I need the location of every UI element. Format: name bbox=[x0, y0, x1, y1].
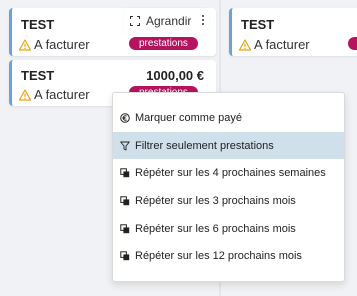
menu-item-repeat-3-months[interactable]: Répéter sur les 3 prochains mois bbox=[113, 187, 344, 214]
menu-item-label: Marquer comme payé bbox=[135, 111, 242, 124]
filter-icon bbox=[120, 141, 130, 150]
menu-item-label: Filtrer seulement prestations bbox=[135, 139, 274, 152]
card-status: A facturer bbox=[239, 37, 310, 52]
menu-item-label: Répéter sur les 12 prochains mois bbox=[135, 249, 302, 262]
menu-item-repeat-4-weeks[interactable]: Répéter sur les 4 prochaines semaines bbox=[113, 159, 344, 186]
menu-item-repeat-6-months[interactable]: Répéter sur les 6 prochains mois bbox=[113, 215, 344, 242]
warning-icon bbox=[19, 88, 31, 101]
card-status: A facturer bbox=[19, 37, 90, 52]
menu-item-label: Répéter sur les 3 prochains mois bbox=[135, 194, 296, 207]
menu-item-mark-paid[interactable]: Marquer comme payé bbox=[113, 104, 344, 131]
menu-item-repeat-12-months[interactable]: Répéter sur les 12 prochains mois bbox=[113, 242, 344, 269]
copy-icon bbox=[120, 223, 130, 233]
expand-icon bbox=[130, 16, 140, 26]
board-card[interactable]: TEST A facturer bbox=[229, 8, 357, 56]
euro-icon bbox=[120, 112, 130, 123]
copy-icon bbox=[120, 250, 130, 260]
card-status-label: A facturer bbox=[34, 37, 90, 52]
card-title: TEST bbox=[241, 17, 275, 32]
agrandir-label: Agrandir bbox=[146, 14, 192, 28]
category-badge bbox=[348, 37, 357, 50]
menu-item-filter[interactable]: Filtrer seulement prestations bbox=[113, 132, 344, 159]
copy-icon bbox=[120, 167, 130, 177]
card-status-label: A facturer bbox=[254, 37, 310, 52]
card-title: TEST bbox=[21, 17, 55, 32]
warning-icon bbox=[19, 38, 31, 51]
card-amount: 1000,00 € bbox=[146, 68, 204, 83]
card-status-label: A facturer bbox=[34, 87, 90, 102]
card-status: A facturer bbox=[19, 87, 90, 102]
category-badge: prestations bbox=[129, 37, 198, 50]
agrandir-button[interactable]: Agrandir bbox=[124, 8, 209, 34]
more-options-icon[interactable] bbox=[202, 15, 205, 27]
card-title: TEST bbox=[21, 68, 55, 83]
warning-icon bbox=[239, 38, 251, 51]
copy-icon bbox=[120, 195, 130, 205]
context-menu: Marquer comme payé Filtrer seulement pre… bbox=[112, 92, 345, 282]
menu-item-label: Répéter sur les 6 prochains mois bbox=[135, 222, 296, 235]
menu-item-label: Répéter sur les 4 prochaines semaines bbox=[135, 166, 326, 179]
